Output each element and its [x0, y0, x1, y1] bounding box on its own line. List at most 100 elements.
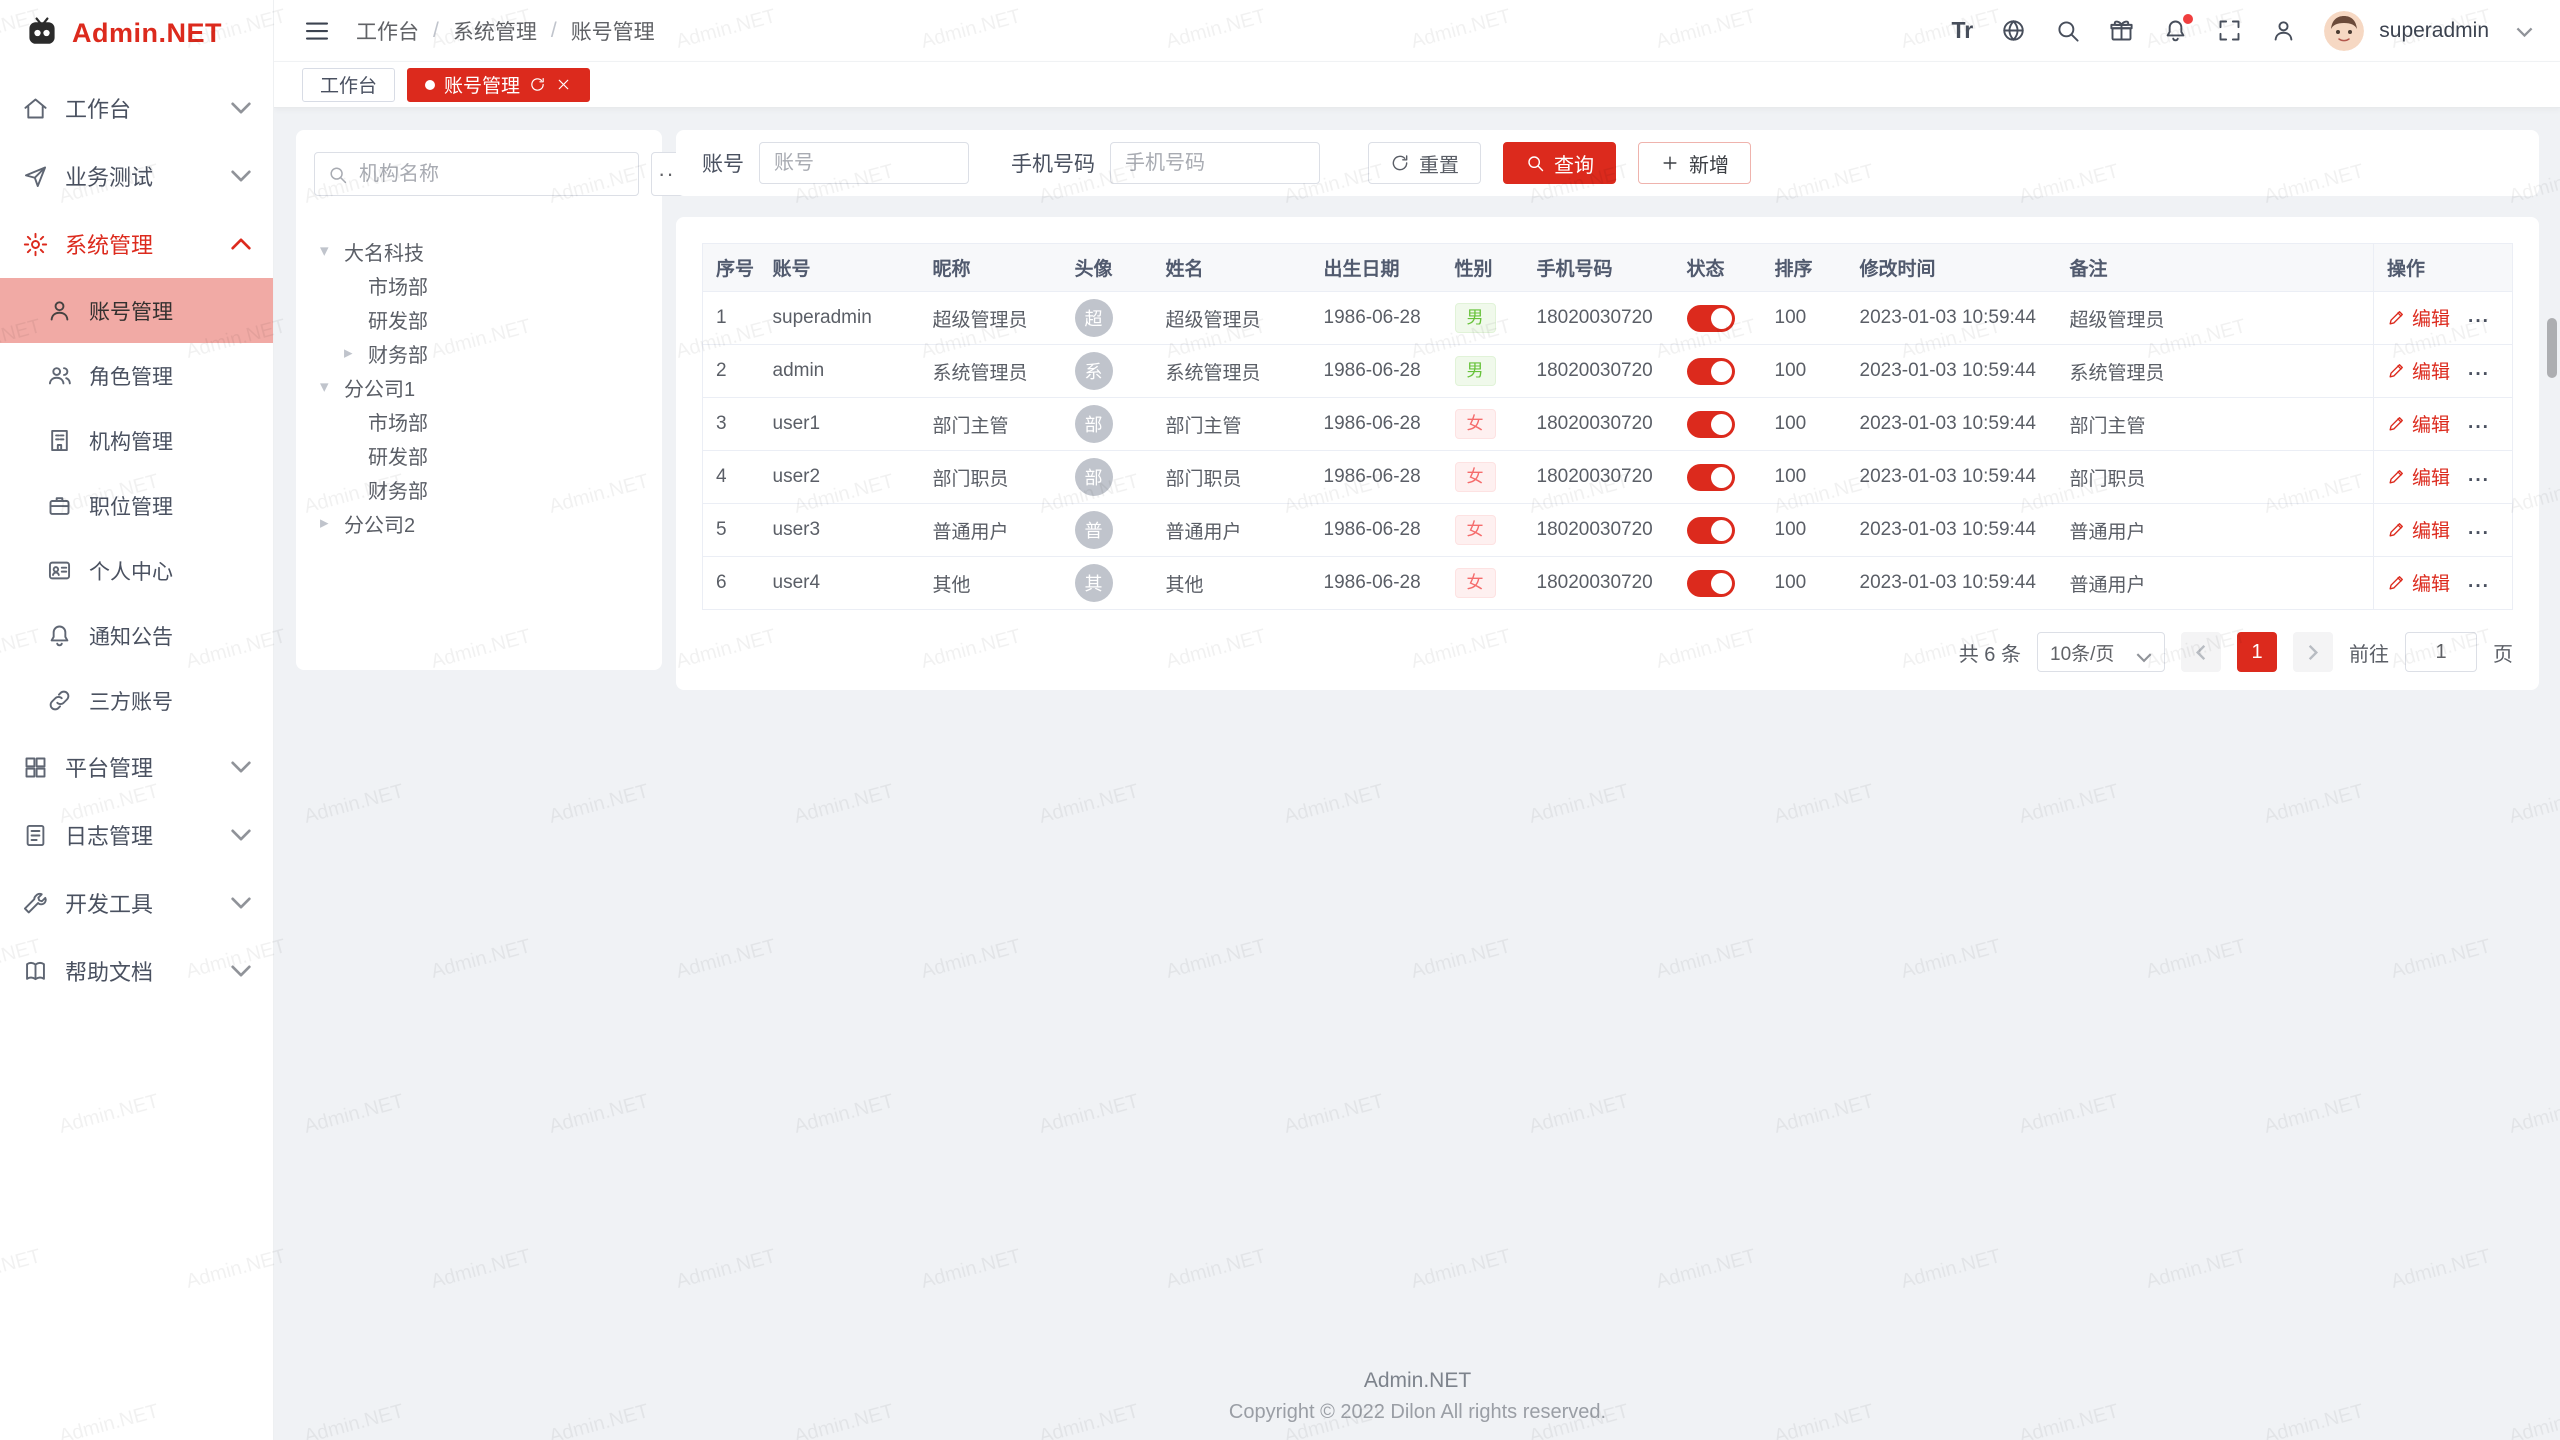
sidebar-item-role-management[interactable]: 角色管理 — [0, 343, 273, 408]
breadcrumb-item[interactable]: 工作台 — [356, 16, 419, 46]
username[interactable]: superadmin — [2379, 19, 2489, 43]
edit-button[interactable]: 编辑 — [2387, 304, 2450, 331]
sidebar-item-notice[interactable]: 通知公告 — [0, 603, 273, 668]
chevron-down-icon — [231, 896, 251, 910]
breadcrumb-separator: / — [551, 19, 557, 43]
accounts-table-card: 序号账号昵称头像姓名出生日期性别手机号码状态排序修改时间备注操作 1supera… — [676, 217, 2539, 690]
row-more-button[interactable]: ··· — [2468, 576, 2490, 597]
tree-node[interactable]: ▸财务部 — [314, 336, 644, 370]
org-icon — [46, 427, 73, 454]
cell-phone: 18020030720 — [1524, 557, 1674, 610]
gift-icon[interactable] — [2108, 17, 2135, 44]
sidebar-item-dev-tools[interactable]: 开发工具 — [0, 869, 273, 937]
org-search-input[interactable] — [357, 162, 626, 187]
next-page-button[interactable] — [2293, 632, 2333, 672]
status-toggle[interactable] — [1687, 411, 1735, 438]
cell-account: user2 — [760, 451, 920, 504]
sidebar-item-third-party-account[interactable]: 三方账号 — [0, 668, 273, 733]
caret-right-icon[interactable]: ▸ — [320, 513, 344, 533]
org-tree: ▾大名科技市场部研发部▸财务部▾分公司1市场部研发部财务部▸分公司2 — [314, 234, 644, 540]
user-avatar[interactable] — [2324, 11, 2364, 51]
sidebar-item-post-management[interactable]: 职位管理 — [0, 473, 273, 538]
scrollbar-thumb[interactable] — [2547, 318, 2557, 378]
org-search-row: ··· — [314, 152, 644, 196]
fullscreen-icon[interactable] — [2216, 17, 2243, 44]
sidebar-item-account-management[interactable]: 账号管理 — [0, 278, 273, 343]
app-logo[interactable]: Admin.NET — [0, 0, 273, 66]
phone-input[interactable] — [1110, 142, 1320, 184]
tree-node[interactable]: 市场部 — [314, 268, 644, 302]
cell-name: 超级管理员 — [1153, 292, 1311, 345]
chevron-down-icon[interactable] — [2516, 25, 2533, 37]
sidebar-item-personal-center[interactable]: 个人中心 — [0, 538, 273, 603]
prev-page-button[interactable] — [2181, 632, 2221, 672]
globe-icon[interactable] — [2000, 17, 2027, 44]
sidebar-item-org-management[interactable]: 机构管理 — [0, 408, 273, 473]
notification-bell-icon[interactable] — [2162, 17, 2189, 44]
cell-nickname: 部门职员 — [920, 451, 1062, 504]
table-row: 1superadmin超级管理员超超级管理员1986-06-28男1802003… — [703, 292, 2513, 345]
status-toggle[interactable] — [1687, 358, 1735, 385]
edit-button[interactable]: 编辑 — [2387, 516, 2450, 543]
search-button[interactable]: 查询 — [1503, 142, 1616, 184]
sidebar-item-log-management[interactable]: 日志管理 — [0, 801, 273, 869]
status-toggle[interactable] — [1687, 464, 1735, 491]
menu-collapse-icon[interactable] — [302, 16, 332, 46]
user-outline-icon[interactable] — [2270, 17, 2297, 44]
tree-node[interactable]: ▸分公司2 — [314, 506, 644, 540]
edit-icon — [2387, 573, 2406, 592]
tree-node-label: 财务部 — [368, 339, 428, 368]
font-size-icon[interactable]: Tr — [1952, 17, 1974, 44]
breadcrumb-item[interactable]: 账号管理 — [571, 16, 655, 46]
post-icon — [46, 492, 73, 519]
tree-node-label: 市场部 — [368, 407, 428, 436]
gender-badge: 女 — [1455, 462, 1496, 492]
add-button[interactable]: 新增 — [1638, 142, 1751, 184]
link-icon — [46, 687, 73, 714]
caret-down-icon[interactable]: ▾ — [320, 377, 344, 397]
caret-right-icon[interactable]: ▸ — [344, 343, 368, 363]
tab-账号管理[interactable]: 账号管理 — [407, 68, 590, 102]
table-row: 6user4其他其其他1986-06-28女180200307201002023… — [703, 557, 2513, 610]
sidebar-item-workbench[interactable]: 工作台 — [0, 74, 273, 142]
search-icon[interactable] — [2054, 17, 2081, 44]
reset-button[interactable]: 重置 — [1368, 142, 1481, 184]
row-more-button[interactable]: ··· — [2468, 417, 2490, 438]
edit-button[interactable]: 编辑 — [2387, 463, 2450, 490]
row-more-button[interactable]: ··· — [2468, 364, 2490, 385]
sidebar-item-label: 帮助文档 — [65, 955, 153, 987]
edit-button[interactable]: 编辑 — [2387, 357, 2450, 384]
notification-badge — [2183, 14, 2193, 24]
tree-node[interactable]: ▾大名科技 — [314, 234, 644, 268]
tree-node[interactable]: 研发部 — [314, 438, 644, 472]
sidebar-item-platform-management[interactable]: 平台管理 — [0, 733, 273, 801]
page-size-select[interactable]: 10条/页 — [2037, 632, 2165, 672]
edit-button[interactable]: 编辑 — [2387, 569, 2450, 596]
cell-birth: 1986-06-28 — [1311, 398, 1442, 451]
goto-label: 前往 — [2349, 638, 2389, 667]
row-more-button[interactable]: ··· — [2468, 523, 2490, 544]
caret-down-icon[interactable]: ▾ — [320, 241, 344, 261]
row-more-button[interactable]: ··· — [2468, 470, 2490, 491]
breadcrumb-item[interactable]: 系统管理 — [453, 16, 537, 46]
status-toggle[interactable] — [1687, 305, 1735, 332]
tab-label: 账号管理 — [444, 71, 520, 98]
sidebar-item-system-management[interactable]: 系统管理 — [0, 210, 273, 278]
tree-node[interactable]: ▾分公司1 — [314, 370, 644, 404]
gender-badge: 女 — [1455, 409, 1496, 439]
sidebar-item-help-docs[interactable]: 帮助文档 — [0, 937, 273, 1005]
edit-button[interactable]: 编辑 — [2387, 410, 2450, 437]
status-toggle[interactable] — [1687, 517, 1735, 544]
row-more-button[interactable]: ··· — [2468, 311, 2490, 332]
status-toggle[interactable] — [1687, 570, 1735, 597]
tab-工作台[interactable]: 工作台 — [302, 68, 395, 102]
tree-node[interactable]: 市场部 — [314, 404, 644, 438]
current-page-button[interactable]: 1 — [2237, 632, 2277, 672]
cell-remark: 部门职员 — [2057, 451, 2374, 504]
goto-page-input[interactable] — [2405, 632, 2477, 672]
toggle-knob — [1711, 573, 1732, 594]
tree-node[interactable]: 研发部 — [314, 302, 644, 336]
tree-node[interactable]: 财务部 — [314, 472, 644, 506]
account-input[interactable] — [759, 142, 969, 184]
sidebar-item-business-test[interactable]: 业务测试 — [0, 142, 273, 210]
